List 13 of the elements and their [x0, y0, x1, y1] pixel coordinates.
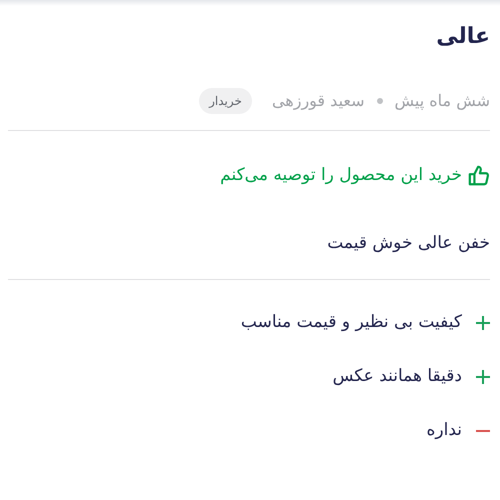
review-text: خفن عالی خوش قیمت: [327, 232, 490, 255]
buyer-badge: خریدار: [199, 88, 252, 114]
plus-icon: [476, 316, 490, 330]
plus-icon: [476, 370, 490, 384]
review-title: عالی: [436, 23, 490, 51]
minus-icon: [476, 430, 490, 432]
con-point: نداره: [426, 418, 462, 442]
recommendation-text: خرید این محصول را توصیه می‌کنم: [220, 164, 462, 188]
pro-point: دقیقا همانند عکس: [332, 364, 462, 388]
review-date: شش ماه پیش: [394, 90, 490, 112]
pro-point: کیفیت بی نظیر و قیمت مناسب: [240, 310, 462, 334]
thumbs-up-icon: [468, 165, 490, 187]
author-name: سعید قورزهی: [272, 90, 365, 112]
